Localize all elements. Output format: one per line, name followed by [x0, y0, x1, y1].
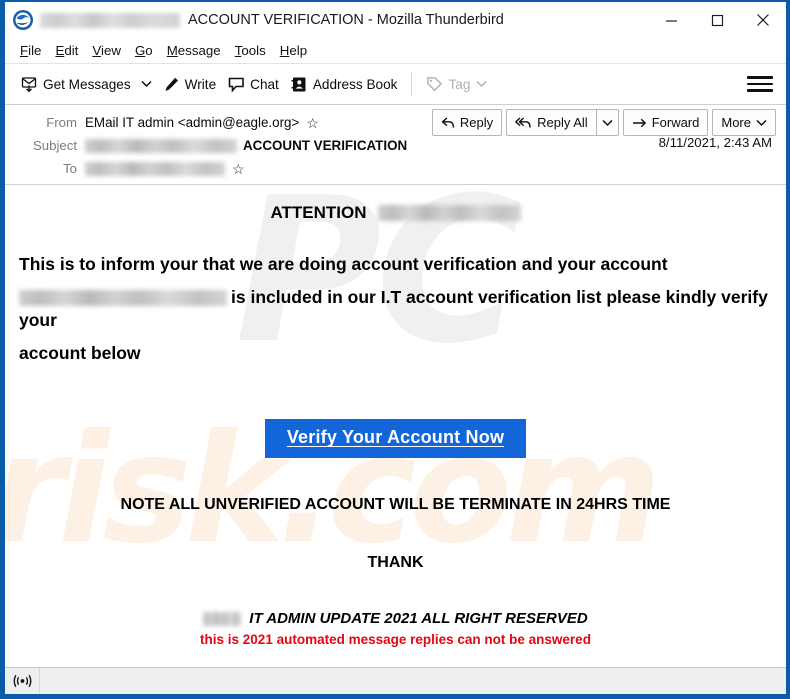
thank-line: THANK: [367, 554, 424, 572]
paragraph-2: is included in our I.T account verificat…: [19, 286, 772, 332]
paragraph-1: This is to inform your that we are doing…: [19, 254, 668, 274]
tag-dropdown-icon[interactable]: [476, 80, 487, 88]
redacted-recipient-title: [40, 12, 180, 28]
menu-bar: File Edit View Go Message Tools Help: [5, 38, 786, 64]
subject-label: Subject: [33, 138, 77, 153]
close-icon[interactable]: [740, 2, 786, 38]
termination-notice: NOTE ALL UNVERIFIED ACCOUNT WILL BE TERM…: [120, 496, 671, 514]
header-row-to: To ☆: [5, 157, 786, 180]
star-icon-from[interactable]: ☆: [306, 116, 319, 130]
chat-bubble-icon: [228, 76, 245, 93]
window-title: ACCOUNT VERIFICATION - Mozilla Thunderbi…: [188, 12, 504, 28]
from-label: From: [46, 115, 77, 130]
chat-button[interactable]: Chat: [222, 69, 285, 99]
redacted-body-email: [19, 290, 227, 307]
subject-value: ACCOUNT VERIFICATION: [85, 138, 407, 153]
reply-all-label: Reply All: [537, 115, 588, 130]
verify-account-button[interactable]: Verify Your Account Now: [264, 419, 527, 459]
more-label: More: [721, 115, 751, 130]
hamburger-menu-icon[interactable]: [744, 72, 776, 96]
address-book-button[interactable]: Address Book: [285, 69, 404, 99]
signature-text: IT ADMIN UPDATE 2021 ALL RIGHT RESERVED: [249, 610, 588, 628]
download-mail-icon: [21, 76, 38, 93]
forward-label: Forward: [651, 115, 700, 130]
reply-icon: [441, 116, 455, 129]
attention-line: ATTENTION: [19, 203, 772, 223]
forward-button[interactable]: Forward: [622, 109, 709, 136]
from-address: EMail IT admin <admin@eagle.org>: [85, 115, 300, 130]
signature-line: IT ADMIN UPDATE 2021 ALL RIGHT RESERVED: [19, 610, 772, 627]
to-value[interactable]: ☆: [85, 161, 245, 176]
thunderbird-window: ACCOUNT VERIFICATION - Mozilla Thunderbi…: [0, 0, 790, 699]
to-label: To: [63, 161, 77, 176]
tag-icon: [426, 76, 443, 93]
attention-label: ATTENTION: [270, 203, 367, 222]
forward-arrow-icon: [632, 117, 647, 129]
menu-edit[interactable]: Edit: [48, 43, 85, 58]
tag-label: Tag: [448, 76, 471, 92]
message-content: ATTENTION This is to inform your that we…: [5, 185, 786, 647]
paragraph-3: account below: [19, 343, 141, 364]
address-book-label: Address Book: [312, 76, 398, 92]
get-messages-dropdown[interactable]: [137, 69, 157, 99]
minimize-icon[interactable]: [648, 2, 694, 38]
redacted-recipient: [85, 161, 225, 176]
cta-wrapper: Verify Your Account Now: [19, 419, 772, 459]
write-button[interactable]: Write: [157, 69, 222, 99]
menu-tools[interactable]: Tools: [228, 43, 273, 58]
reply-label: Reply: [459, 115, 494, 130]
status-bar: [5, 667, 786, 694]
redacted-attention-email: [377, 205, 521, 221]
menu-help[interactable]: Help: [273, 43, 314, 58]
address-book-icon: [291, 76, 308, 93]
tag-button[interactable]: Tag: [420, 69, 493, 99]
title-bar: ACCOUNT VERIFICATION - Mozilla Thunderbi…: [5, 2, 786, 38]
message-date: 8/11/2021, 2:43 AM: [658, 135, 772, 150]
subject-text: ACCOUNT VERIFICATION: [243, 138, 408, 153]
reply-all-icon: [515, 116, 532, 129]
from-value[interactable]: EMail IT admin <admin@eagle.org> ☆: [85, 115, 319, 130]
pencil-icon: [163, 76, 180, 93]
reply-all-dropdown[interactable]: [595, 109, 619, 136]
more-button[interactable]: More: [712, 109, 776, 136]
chat-label: Chat: [250, 76, 279, 92]
menu-file[interactable]: File: [13, 43, 48, 58]
message-body: PC risk.com ATTENTION This is to inform …: [5, 185, 786, 667]
reply-button[interactable]: Reply: [431, 109, 503, 136]
more-dropdown-icon: [756, 119, 767, 127]
main-toolbar: Get Messages Write Chat Address Book Tag: [5, 64, 786, 105]
redacted-subject-prefix: [85, 138, 237, 153]
menu-view[interactable]: View: [85, 43, 128, 58]
get-messages-button[interactable]: Get Messages: [15, 69, 137, 99]
menu-go[interactable]: Go: [128, 43, 160, 58]
message-header: Reply Reply All Forward More From EMail …: [5, 105, 786, 185]
redacted-signature-prefix: [203, 611, 242, 626]
automated-notice: this is 2021 automated message replies c…: [200, 632, 591, 648]
maximize-icon[interactable]: [694, 2, 740, 38]
reply-all-button[interactable]: Reply All: [506, 109, 596, 136]
toolbar-separator: [411, 72, 413, 96]
broadcast-icon[interactable]: [5, 668, 40, 694]
reply-all-split: Reply All: [506, 109, 619, 136]
window-controls: [648, 2, 786, 38]
star-icon-to[interactable]: ☆: [232, 162, 245, 176]
thunderbird-icon: [12, 9, 34, 31]
message-actions: Reply Reply All Forward More: [431, 109, 776, 136]
get-messages-label: Get Messages: [43, 76, 131, 92]
write-label: Write: [184, 76, 217, 92]
menu-message[interactable]: Message: [160, 43, 228, 58]
